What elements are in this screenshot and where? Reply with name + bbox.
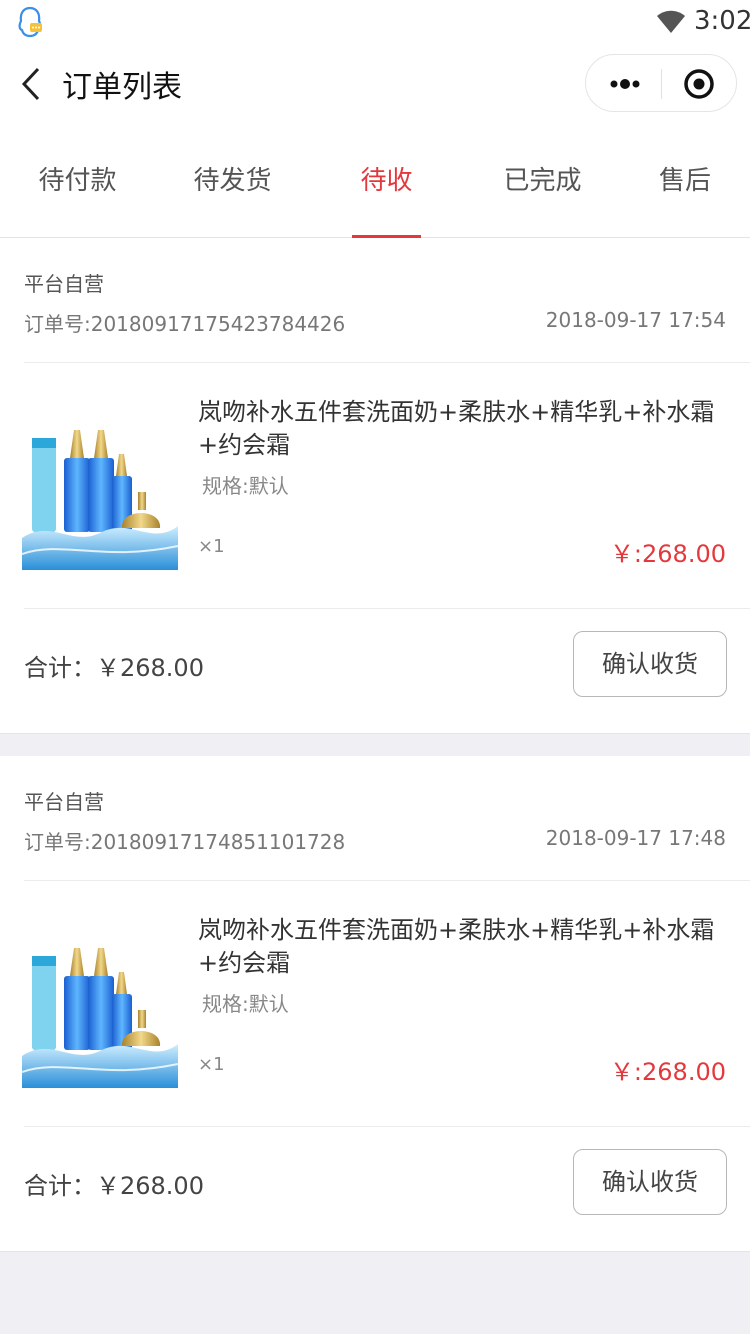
order-card: 平台自营 订单号:20180917174851101728 2018-09-17… [0, 756, 750, 1252]
more-dots-icon[interactable] [608, 69, 642, 99]
qq-notification-icon [18, 6, 42, 38]
product-price: ￥:268.00 [609, 1058, 726, 1086]
tab-pending-receipt[interactable]: 待收货 [352, 124, 421, 310]
product-image[interactable] [22, 428, 178, 570]
order-number: 订单号:20180917175423784426 [24, 312, 346, 336]
product-name[interactable]: 岚吻补水五件套洗面奶+柔肤水+精华乳+补水霜+约会霜 [198, 914, 728, 980]
order-number: 订单号:20180917174851101728 [24, 830, 346, 854]
order-total: 合计：￥268.00 [24, 1172, 204, 1200]
mini-program-capsule [585, 54, 737, 112]
order-total: 合计：￥268.00 [24, 654, 204, 682]
order-time: 2018-09-17 17:48 [545, 826, 726, 850]
status-bar: 3:02 [0, 0, 750, 44]
confirm-receipt-button[interactable]: 确认收货 [573, 631, 727, 697]
chevron-left-icon[interactable] [18, 66, 44, 102]
tab-pending-shipment[interactable]: 待发货 [155, 124, 310, 238]
wifi-icon [657, 10, 685, 33]
divider [24, 608, 750, 609]
capsule-divider [661, 69, 662, 99]
product-spec: 规格:默认 [202, 474, 289, 498]
order-time: 2018-09-17 17:54 [545, 308, 726, 332]
divider [24, 362, 750, 363]
target-close-icon[interactable] [682, 67, 716, 101]
divider [24, 880, 750, 881]
tab-label: 待付款 [38, 166, 117, 196]
tab-label: 售后 [658, 166, 711, 196]
tab-completed[interactable]: 已完成 [465, 124, 620, 238]
order-card: 平台自营 订单号:20180917175423784426 2018-09-17… [0, 238, 750, 734]
shop-name: 平台自营 [24, 272, 104, 296]
product-image[interactable] [22, 946, 178, 1088]
confirm-receipt-button[interactable]: 确认收货 [573, 1149, 727, 1215]
tab-label: 待发货 [193, 166, 272, 196]
product-price: ￥:268.00 [609, 540, 726, 568]
status-time: 3:02 [694, 6, 750, 36]
tab-label: 已完成 [503, 166, 582, 196]
nav-bar: 订单列表 [0, 44, 750, 124]
order-status-tabs: 待付款 待发货 待收货 已完成 售后 [0, 124, 750, 310]
tab-after-sales[interactable]: 售后 [640, 124, 730, 238]
product-spec: 规格:默认 [202, 992, 289, 1016]
tab-pending-payment[interactable]: 待付款 [0, 124, 155, 238]
shop-name: 平台自营 [24, 790, 104, 814]
product-quantity: ×1 [198, 536, 225, 557]
divider [24, 1126, 750, 1127]
product-name[interactable]: 岚吻补水五件套洗面奶+柔肤水+精华乳+补水霜+约会霜 [198, 396, 728, 462]
product-quantity: ×1 [198, 1054, 225, 1075]
page-title: 订单列表 [62, 70, 182, 105]
